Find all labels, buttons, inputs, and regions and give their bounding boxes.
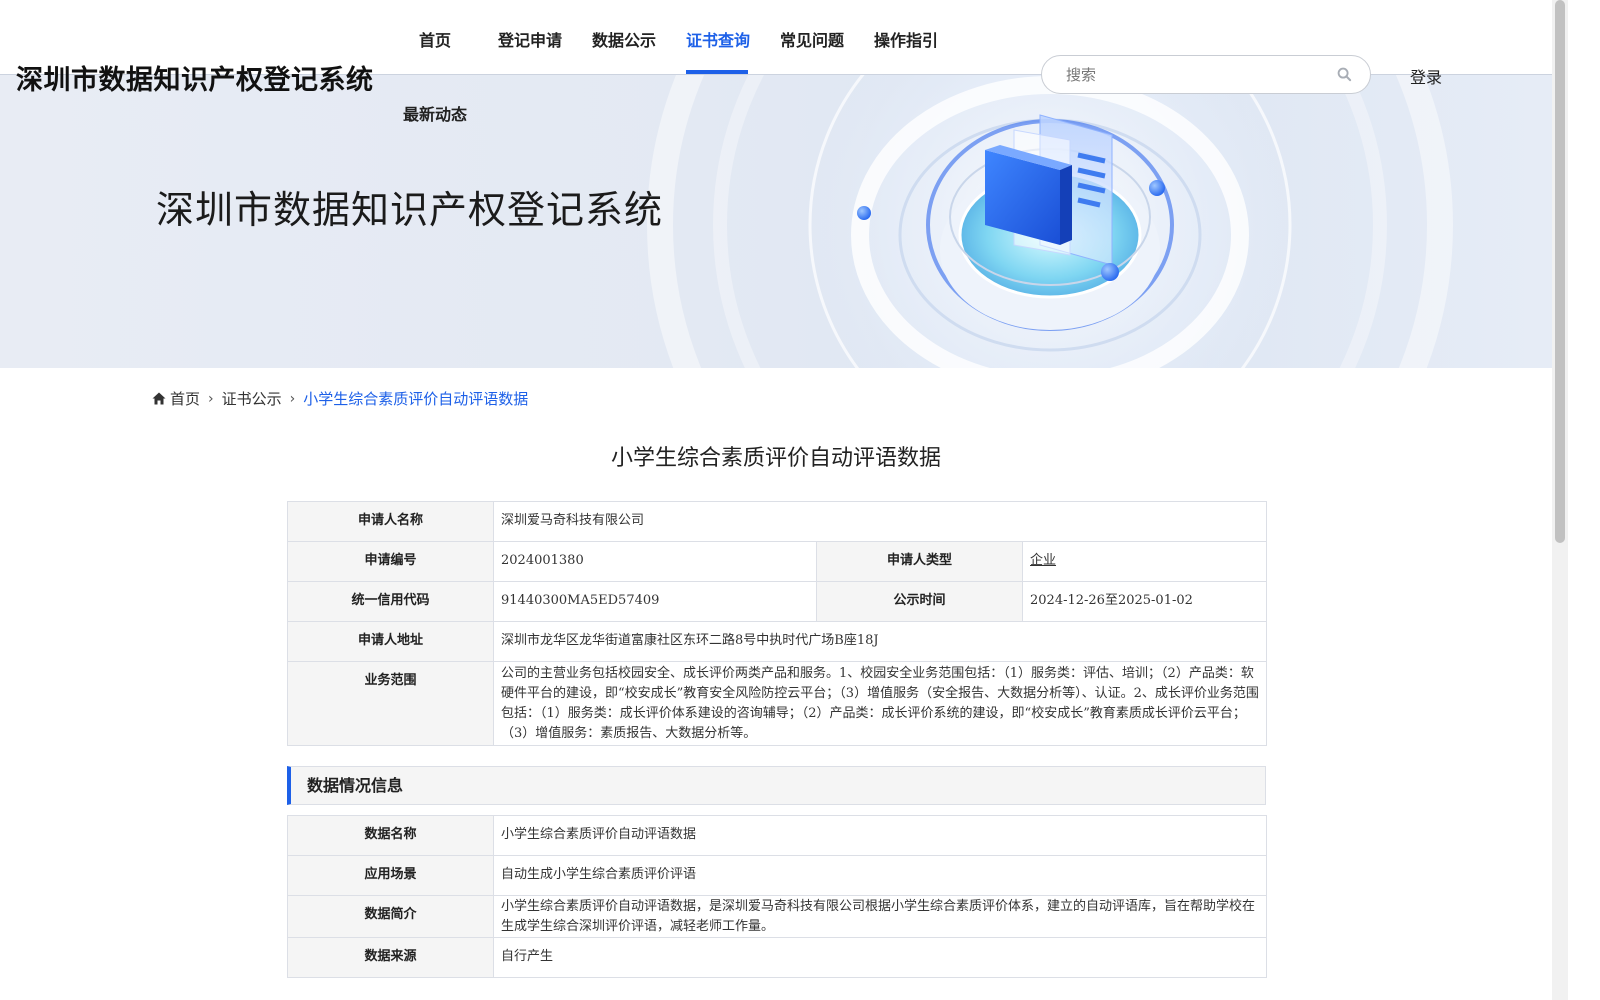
data-name-value: 小学生综合素质评价自动评语数据 [493, 815, 1267, 856]
credit-code-value: 91440300MA5ED57409 [493, 581, 817, 622]
table-row: 数据简介 小学生综合素质评价自动评语数据，是深圳爱马奇科技有限公司根据小学生综合… [287, 895, 1267, 938]
application-scene-label: 应用场景 [287, 855, 494, 896]
data-intro-label: 数据简介 [287, 895, 494, 938]
applicant-name-label: 申请人名称 [287, 501, 494, 542]
applicant-name-value: 深圳爱马奇科技有限公司 [493, 501, 1267, 542]
nav-data-publicity[interactable]: 数据公示 [592, 27, 656, 51]
breadcrumb-current[interactable]: 小学生综合素质评价自动评语数据 [303, 388, 528, 409]
application-number-label: 申请编号 [287, 541, 494, 582]
scrollbar-thumb[interactable] [1555, 0, 1565, 543]
business-scope-value: 公司的主营业务包括校园安全、成长评价两类产品和服务。1、校园安全业务范围包括：（… [493, 661, 1267, 746]
breadcrumb-home[interactable]: 首页 [170, 388, 200, 409]
nav-register-apply[interactable]: 登记申请 [498, 27, 562, 51]
table-row: 申请人地址 深圳市龙华区龙华街道富康社区东环二路8号中执时代广场B座18J [287, 621, 1267, 662]
search-icon[interactable] [1337, 67, 1352, 82]
breadcrumb: 首页 › 证书公示 › 小学生综合素质评价自动评语数据 [152, 388, 528, 409]
nav-active-underline [686, 70, 748, 74]
banner: 深圳市数据知识产权登记系统 [0, 74, 1552, 368]
business-scope-label: 业务范围 [287, 661, 494, 746]
chevron-right-icon: › [208, 390, 214, 407]
table-row: 申请人名称 深圳爱马奇科技有限公司 [287, 501, 1267, 542]
login-link[interactable]: 登录 [1410, 64, 1442, 88]
table-row: 应用场景 自动生成小学生综合素质评价评语 [287, 855, 1267, 896]
application-number-value: 2024001380 [493, 541, 817, 582]
home-icon[interactable] [152, 392, 166, 405]
data-intro-value: 小学生综合素质评价自动评语数据，是深圳爱马奇科技有限公司根据小学生综合素质评价体… [493, 895, 1267, 938]
nav-guide[interactable]: 操作指引 [874, 27, 938, 51]
nav-home[interactable]: 首页 [419, 27, 451, 51]
search-box [1041, 55, 1371, 94]
applicant-info-table: 申请人名称 深圳爱马奇科技有限公司 申请编号 2024001380 申请人类型 … [287, 501, 1267, 746]
table-row: 业务范围 公司的主营业务包括校园安全、成长评价两类产品和服务。1、校园安全业务范… [287, 661, 1267, 746]
table-row: 统一信用代码 91440300MA5ED57409 公示时间 2024-12-2… [287, 581, 1267, 622]
data-info-table: 数据名称 小学生综合素质评价自动评语数据 应用场景 自动生成小学生综合素质评价评… [287, 815, 1267, 978]
search-input[interactable] [1066, 64, 1326, 86]
site-title: 深圳市数据知识产权登记系统 [16, 65, 374, 96]
data-name-label: 数据名称 [287, 815, 494, 856]
application-scene-value: 自动生成小学生综合素质评价评语 [493, 855, 1267, 896]
breadcrumb-certificate-publicity[interactable]: 证书公示 [222, 388, 282, 409]
applicant-address-label: 申请人地址 [287, 621, 494, 662]
data-source-value: 自行产生 [493, 937, 1267, 978]
nav-latest-news[interactable]: 最新动态 [403, 101, 467, 125]
banner-title: 深圳市数据知识产权登记系统 [156, 188, 664, 232]
page-scrollbar[interactable] [1552, 0, 1568, 1000]
table-row: 申请编号 2024001380 申请人类型 企业 [287, 541, 1267, 582]
data-info-section-header: 数据情况信息 [287, 766, 1266, 805]
applicant-type-text: 企业 [1030, 553, 1057, 568]
page-title: 小学生综合素质评价自动评语数据 [610, 446, 941, 471]
data-source-label: 数据来源 [287, 937, 494, 978]
credit-code-label: 统一信用代码 [287, 581, 494, 622]
nav-certificate-query[interactable]: 证书查询 [686, 27, 750, 51]
table-row: 数据名称 小学生综合素质评价自动评语数据 [287, 815, 1267, 856]
applicant-address-value: 深圳市龙华区龙华街道富康社区东环二路8号中执时代广场B座18J [493, 621, 1267, 662]
nav-faq[interactable]: 常见问题 [780, 27, 844, 51]
publish-time-label: 公示时间 [816, 581, 1023, 622]
chevron-right-icon: › [289, 390, 296, 407]
applicant-type-label: 申请人类型 [816, 541, 1023, 582]
table-row: 数据来源 自行产生 [287, 937, 1267, 978]
publish-time-value: 2024-12-26至2025-01-02 [1022, 581, 1267, 622]
applicant-type-value: 企业 [1022, 541, 1267, 582]
